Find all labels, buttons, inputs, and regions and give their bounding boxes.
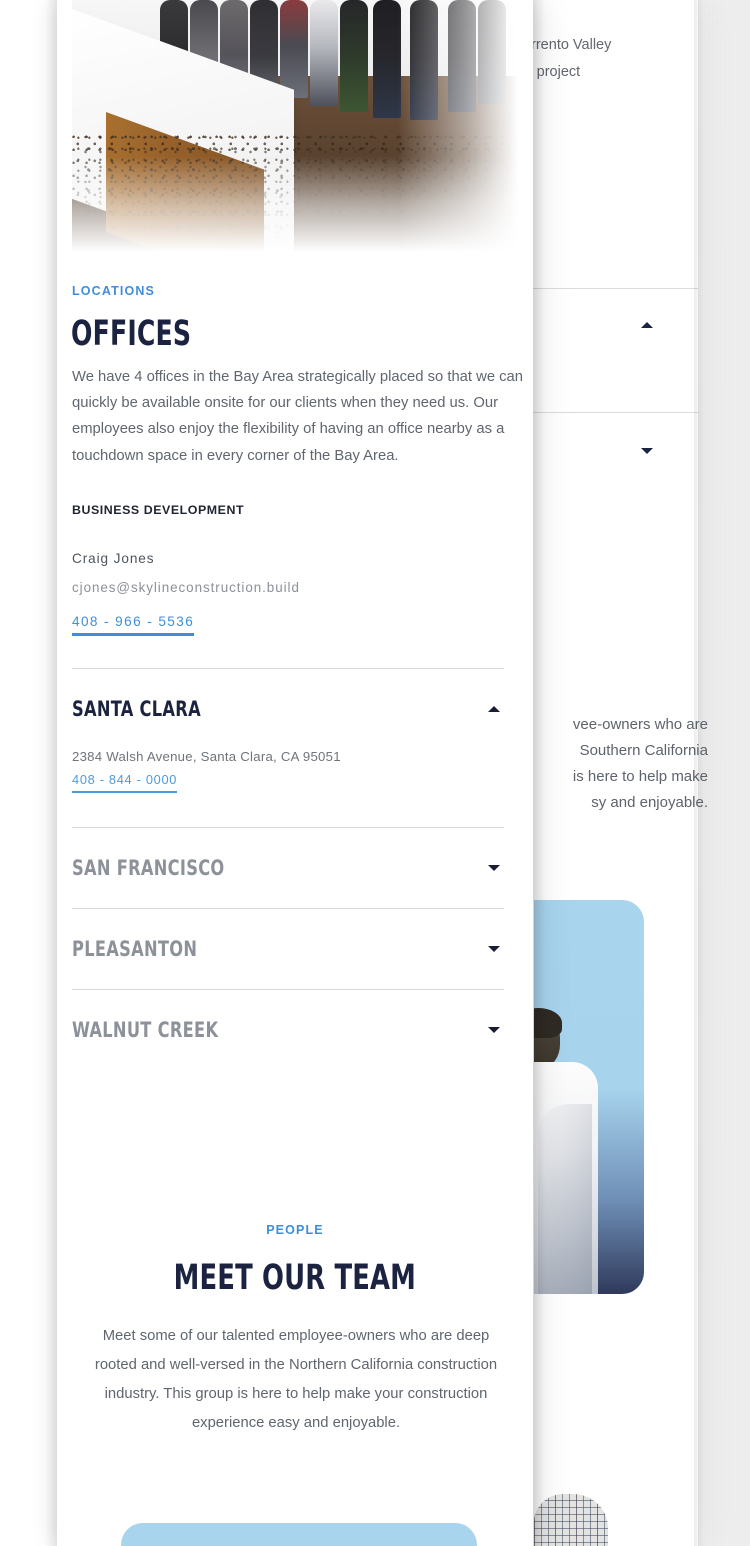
accordion-header-santa-clara[interactable]: SANTA CLARA: [72, 669, 504, 749]
accordion-header-walnut-creek[interactable]: WALNUT CREEK: [72, 990, 504, 1070]
team-member-card-front[interactable]: [121, 1523, 477, 1546]
team-description: Meet some of our talented employee-owner…: [94, 1328, 498, 1431]
background-team-member-card-bottom: [524, 1476, 644, 1546]
accordion-title-san-francisco: SAN FRANCISCO: [72, 855, 225, 881]
accordion-header-san-francisco[interactable]: SAN FRANCISCO: [72, 828, 504, 908]
accordion-title-santa-clara: SANTA CLARA: [72, 696, 201, 722]
accordion-item-pleasanton[interactable]: PLEASANTON: [72, 908, 504, 989]
page-stage: e heart of Sorrento Valley obilize to an…: [0, 0, 750, 1546]
office-phone-santa-clara[interactable]: 408 - 844 - 0000: [72, 772, 178, 793]
accordion-item-walnut-creek[interactable]: WALNUT CREEK: [72, 989, 504, 1070]
contact-email[interactable]: cjones@skylineconstruction.build: [72, 580, 300, 595]
team-hero-image: [72, 0, 518, 252]
contact-phone-link[interactable]: 408 - 966 - 5536: [72, 614, 195, 636]
accordion-title-walnut-creek: WALNUT CREEK: [72, 1017, 219, 1043]
accordion-title-pleasanton: PLEASANTON: [72, 936, 198, 962]
team-member-portrait-bottom: [534, 1494, 608, 1546]
main-content-panel: LOCATIONS OFFICES We have 4 offices in t…: [57, 0, 533, 1546]
accordion-header-pleasanton[interactable]: PLEASANTON: [72, 909, 504, 989]
locations-description: We have 4 offices in the Bay Area strate…: [72, 369, 524, 464]
accordion-item-san-francisco[interactable]: SAN FRANCISCO: [72, 827, 504, 908]
team-heading: MEET OUR TEAM: [57, 1258, 533, 1298]
chevron-down-icon[interactable]: [488, 946, 500, 952]
office-address-santa-clara: 2384 Walsh Avenue, Santa Clara, CA 95051: [72, 749, 341, 764]
team-eyebrow: PEOPLE: [266, 1223, 324, 1237]
accordion-item-santa-clara[interactable]: SANTA CLARA 2384 Walsh Avenue, Santa Cla…: [72, 668, 504, 827]
offices-accordion: SANTA CLARA 2384 Walsh Avenue, Santa Cla…: [72, 668, 504, 1070]
locations-eyebrow: LOCATIONS: [72, 284, 156, 298]
hero-right-fade: [398, 0, 518, 252]
department-label: BUSINESS DEVELOPMENT: [72, 503, 245, 517]
team-heading-text: MEET OUR TEAM: [173, 1258, 417, 1298]
page-title: OFFICES: [71, 314, 192, 354]
team-member-portrait: [534, 1008, 602, 1294]
chevron-up-icon[interactable]: [488, 706, 500, 712]
background-chevron-up-icon: [641, 322, 653, 328]
background-team-member-card: [534, 900, 644, 1294]
hero-photo-base: [72, 0, 518, 252]
contact-name: Craig Jones: [72, 551, 155, 566]
background-chevron-down-icon: [641, 448, 653, 454]
accordion-body-santa-clara: 2384 Walsh Avenue, Santa Clara, CA 95051…: [72, 749, 504, 827]
chevron-down-icon[interactable]: [488, 865, 500, 871]
chevron-down-icon[interactable]: [488, 1027, 500, 1033]
